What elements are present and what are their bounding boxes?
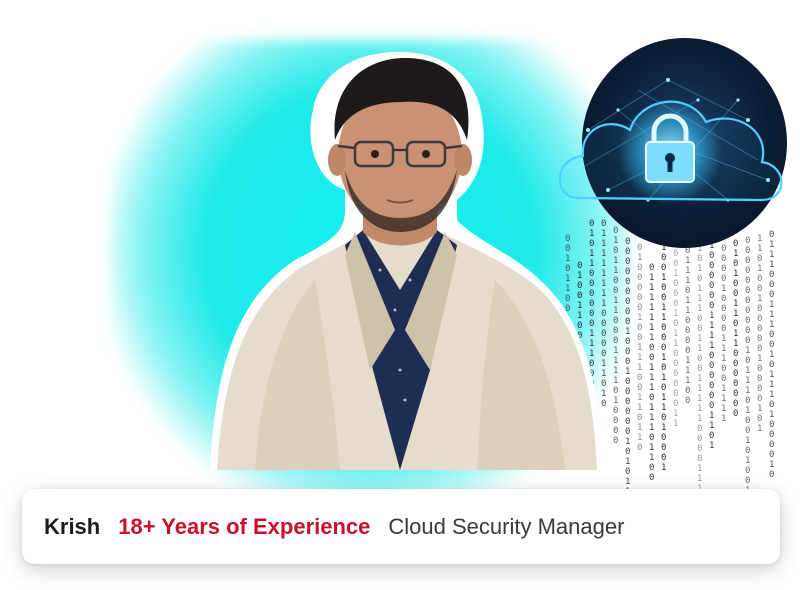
hero-visual: 0 0 1 0 1 1 0 0 1 1 0 0 0 1 0 1 0 0 0 0 … <box>0 0 800 590</box>
binary-column: 0 1 1 1 1 1 1 1 0 0 1 1 1 0 1 1 1 0 1 1 … <box>649 263 655 483</box>
binary-column: 0 1 0 1 0 0 1 1 0 1 1 0 0 0 0 0 0 0 <box>733 239 739 419</box>
binary-column: 1 1 0 1 0 0 1 0 0 0 0 0 1 0 0 0 0 1 0 1 <box>757 234 763 434</box>
binary-column: 0 0 0 1 0 0 0 1 0 1 1 0 0 0 0 0 0 1 1 <box>673 239 679 429</box>
profile-experience: 18+ Years of Experience <box>118 513 371 539</box>
binary-column: 1 1 1 0 1 0 1 1 1 0 0 1 1 0 0 1 1 1 1 1 … <box>697 224 703 490</box>
profile-name: Krish <box>44 513 101 539</box>
portrait-photo <box>210 51 605 470</box>
binary-column: 0 0 0 0 0 0 0 0 0 1 0 0 0 1 0 0 0 0 0 0 … <box>625 237 631 490</box>
binary-column: 0 0 0 0 1 0 0 0 0 1 1 1 0 0 1 1 1 1 <box>721 244 727 424</box>
binary-column: 0 1 0 0 0 0 0 1 0 0 1 1 1 0 0 1 1 0 1 1 … <box>637 243 643 453</box>
profile-info-card: Krish 18+ Years of Experience Cloud Secu… <box>22 489 780 564</box>
binary-column: 0 1 1 1 0 0 0 1 1 1 0 0 1 0 1 1 1 0 1 0 … <box>769 230 775 480</box>
binary-column: 0 0 0 0 0 0 0 0 0 0 0 1 0 1 1 1 0 1 0 0 … <box>745 236 751 490</box>
profile-role: Cloud Security Manager <box>388 513 625 539</box>
binary-column: 0 1 0 0 1 0 0 1 1 0 0 0 1 0 1 0 1 1 0 1 … <box>661 233 667 473</box>
binary-column: 0 1 0 0 0 0 0 0 1 1 1 1 0 0 0 0 0 0 1 1 … <box>709 231 715 451</box>
